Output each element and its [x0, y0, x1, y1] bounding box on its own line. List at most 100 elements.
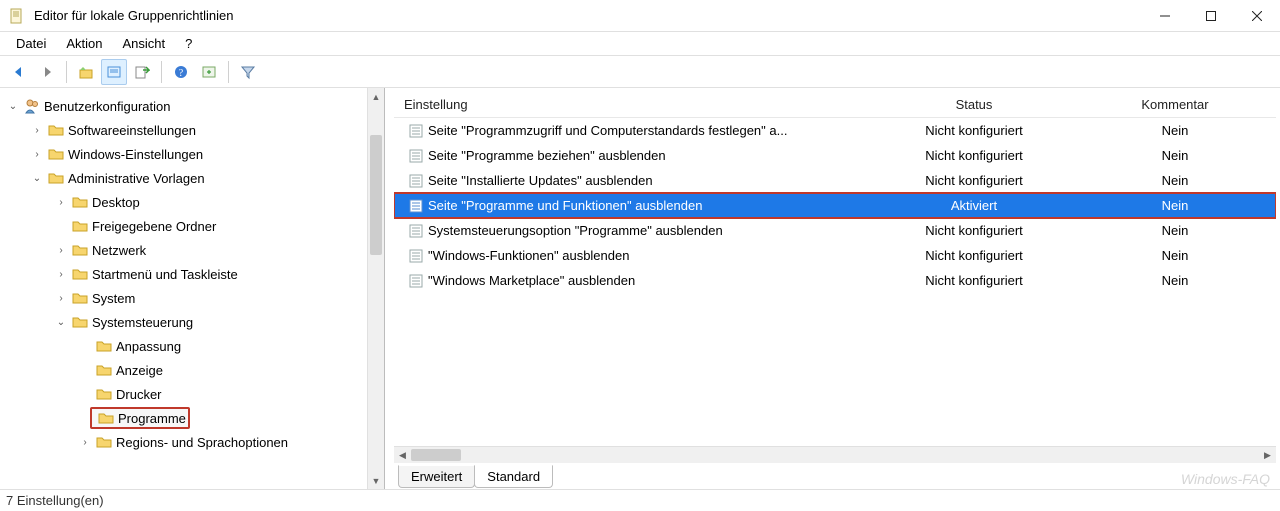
expand-icon[interactable]: ›: [54, 293, 68, 304]
row-name: "Windows-Funktionen" ausblenden: [428, 248, 629, 263]
expand-icon[interactable]: ›: [54, 245, 68, 256]
folder-icon: [96, 434, 112, 450]
close-button[interactable]: [1234, 0, 1280, 32]
policy-row[interactable]: Systemsteuerungsoption "Programme" ausbl…: [394, 218, 1276, 243]
column-headers: Einstellung Status Kommentar: [394, 92, 1276, 118]
maximize-button[interactable]: [1188, 0, 1234, 32]
tree-node-windows[interactable]: › Windows-Einstellungen: [0, 142, 384, 166]
row-name: Seite "Programme und Funktionen" ausblen…: [428, 198, 702, 213]
tree-node-software[interactable]: › Softwareeinstellungen: [0, 118, 384, 142]
folder-icon: [72, 242, 88, 258]
tree-node-programs[interactable]: Programme: [0, 406, 384, 430]
expand-icon[interactable]: ›: [30, 149, 44, 160]
tree-node-startmenu[interactable]: › Startmenü und Taskleiste: [0, 262, 384, 286]
row-status: Nicht konfiguriert: [854, 223, 1094, 238]
collapse-icon[interactable]: ⌄: [54, 317, 68, 328]
rows-container: Seite "Programmzugriff und Computerstand…: [394, 118, 1276, 446]
folder-icon: [72, 194, 88, 210]
tree-node-user-config[interactable]: ⌄ Benutzerkonfiguration: [0, 94, 384, 118]
row-status: Nicht konfiguriert: [854, 123, 1094, 138]
tree-scrollbar[interactable]: ▲ ▼: [367, 88, 384, 489]
window-title: Editor für lokale Gruppenrichtlinien: [34, 8, 233, 23]
titlebar: Editor für lokale Gruppenrichtlinien: [0, 0, 1280, 32]
tree-node-network[interactable]: › Netzwerk: [0, 238, 384, 262]
menu-action[interactable]: Aktion: [58, 34, 110, 53]
expand-icon[interactable]: ›: [54, 197, 68, 208]
policy-row[interactable]: "Windows Marketplace" ausblenden Nicht k…: [394, 268, 1276, 293]
tree-label: Programme: [118, 411, 186, 426]
row-name: Seite "Installierte Updates" ausblenden: [428, 173, 653, 188]
horizontal-scrollbar[interactable]: ◀ ▶: [394, 446, 1276, 463]
policy-row-selected[interactable]: Seite "Programme und Funktionen" ausblen…: [394, 193, 1276, 218]
help-button[interactable]: ?: [168, 59, 194, 85]
row-comment: Nein: [1094, 148, 1276, 163]
scroll-thumb[interactable]: [370, 135, 382, 255]
tree-label: System: [92, 291, 135, 306]
scroll-track[interactable]: [411, 447, 1259, 463]
tree-label: Anzeige: [116, 363, 163, 378]
menubar: Datei Aktion Ansicht ?: [0, 32, 1280, 56]
tree-node-shared[interactable]: Freigegebene Ordner: [0, 214, 384, 238]
policy-row[interactable]: Seite "Installierte Updates" ausblenden …: [394, 168, 1276, 193]
folder-icon: [72, 314, 88, 330]
user-config-icon: [24, 98, 40, 114]
tree-node-region[interactable]: › Regions- und Sprachoptionen: [0, 430, 384, 454]
tab-standard[interactable]: Standard: [474, 465, 553, 488]
tree-node-controlpanel[interactable]: ⌄ Systemsteuerung: [0, 310, 384, 334]
row-comment: Nein: [1094, 248, 1276, 263]
tree-label: Benutzerkonfiguration: [44, 99, 170, 114]
tree-label: Administrative Vorlagen: [68, 171, 205, 186]
policy-row[interactable]: Seite "Programme beziehen" ausblenden Ni…: [394, 143, 1276, 168]
policy-row[interactable]: "Windows-Funktionen" ausblenden Nicht ko…: [394, 243, 1276, 268]
tab-extended[interactable]: Erweitert: [398, 465, 475, 488]
tree-pane: ⌄ Benutzerkonfiguration › Softwareeinste…: [0, 88, 385, 489]
column-status[interactable]: Status: [854, 97, 1094, 112]
collapse-icon[interactable]: ⌄: [30, 173, 44, 184]
tree-node-templates[interactable]: ⌄ Administrative Vorlagen: [0, 166, 384, 190]
expand-icon[interactable]: ›: [30, 125, 44, 136]
filter-button[interactable]: [235, 59, 261, 85]
up-button[interactable]: [73, 59, 99, 85]
menu-view[interactable]: Ansicht: [115, 34, 174, 53]
tree-node-customize[interactable]: Anpassung: [0, 334, 384, 358]
column-setting[interactable]: Einstellung: [394, 97, 854, 112]
scroll-track[interactable]: [368, 105, 384, 472]
tree-node-printer[interactable]: Drucker: [0, 382, 384, 406]
folder-icon: [48, 122, 64, 138]
toolbar-separator: [66, 61, 67, 83]
scroll-up-icon[interactable]: ▲: [368, 88, 384, 105]
scroll-right-icon[interactable]: ▶: [1259, 447, 1276, 464]
refresh-button[interactable]: [196, 59, 222, 85]
toolbar-separator: [161, 61, 162, 83]
tree-label: Desktop: [92, 195, 140, 210]
policy-icon: [408, 198, 424, 214]
expand-icon[interactable]: ›: [78, 437, 92, 448]
expand-icon[interactable]: ›: [54, 269, 68, 280]
scroll-left-icon[interactable]: ◀: [394, 447, 411, 464]
back-button[interactable]: [6, 59, 32, 85]
collapse-icon[interactable]: ⌄: [6, 101, 20, 112]
toolbar-separator: [228, 61, 229, 83]
details-pane: Einstellung Status Kommentar Seite "Prog…: [385, 88, 1280, 489]
row-comment: Nein: [1094, 223, 1276, 238]
row-comment: Nein: [1094, 173, 1276, 188]
tree-node-display[interactable]: Anzeige: [0, 358, 384, 382]
tree-node-system[interactable]: › System: [0, 286, 384, 310]
policy-row[interactable]: Seite "Programmzugriff und Computerstand…: [394, 118, 1276, 143]
properties-button[interactable]: [101, 59, 127, 85]
forward-button[interactable]: [34, 59, 60, 85]
row-comment: Nein: [1094, 273, 1276, 288]
menu-help[interactable]: ?: [177, 34, 200, 53]
scroll-down-icon[interactable]: ▼: [368, 472, 384, 489]
toolbar: ?: [0, 56, 1280, 88]
row-status: Nicht konfiguriert: [854, 173, 1094, 188]
folder-icon: [72, 266, 88, 282]
menu-file[interactable]: Datei: [8, 34, 54, 53]
policy-icon: [408, 148, 424, 164]
row-status: Nicht konfiguriert: [854, 273, 1094, 288]
scroll-thumb[interactable]: [411, 449, 461, 461]
minimize-button[interactable]: [1142, 0, 1188, 32]
export-button[interactable]: [129, 59, 155, 85]
column-comment[interactable]: Kommentar: [1094, 97, 1276, 112]
tree-node-desktop[interactable]: › Desktop: [0, 190, 384, 214]
